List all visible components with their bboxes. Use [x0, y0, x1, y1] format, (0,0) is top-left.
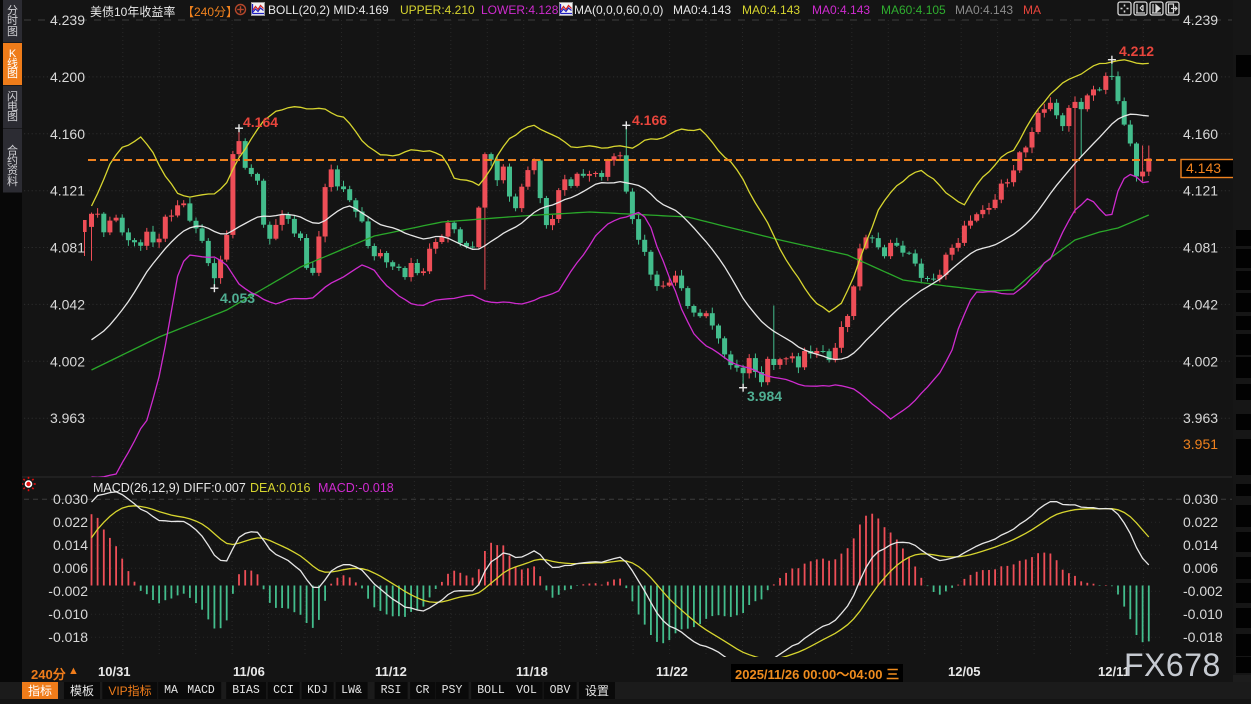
svg-text:0.022: 0.022	[53, 514, 88, 530]
svg-text:4.160: 4.160	[50, 126, 85, 142]
svg-text:4.042: 4.042	[50, 296, 85, 312]
svg-text:4.121: 4.121	[1183, 183, 1218, 199]
svg-text:-0.010: -0.010	[1183, 606, 1223, 622]
svg-text:MACD:-0.018: MACD:-0.018	[318, 481, 394, 495]
svg-text:0.014: 0.014	[1183, 537, 1218, 553]
svg-text:4.200: 4.200	[50, 69, 85, 85]
svg-text:4.053: 4.053	[220, 290, 255, 306]
svg-text:4.081: 4.081	[50, 240, 85, 256]
svg-text:4.002: 4.002	[50, 353, 85, 369]
svg-text:4.143: 4.143	[1186, 160, 1221, 176]
svg-text:DEA:0.016: DEA:0.016	[250, 481, 311, 495]
svg-text:4.160: 4.160	[1183, 126, 1218, 142]
svg-text:4.121: 4.121	[50, 183, 85, 199]
svg-text:-0.018: -0.018	[1183, 629, 1223, 645]
svg-text:-0.002: -0.002	[1183, 583, 1223, 599]
svg-text:4.212: 4.212	[1119, 43, 1154, 59]
svg-text:4.081: 4.081	[1183, 240, 1218, 256]
svg-text:0.014: 0.014	[53, 537, 88, 553]
svg-text:-0.002: -0.002	[48, 583, 88, 599]
svg-text:MACD(26,12,9) DIFF:0.007: MACD(26,12,9) DIFF:0.007	[93, 481, 246, 495]
svg-text:3.984: 3.984	[747, 388, 782, 404]
svg-text:4.166: 4.166	[632, 112, 667, 128]
svg-text:4.042: 4.042	[1183, 296, 1218, 312]
svg-text:-0.010: -0.010	[48, 606, 88, 622]
svg-text:0.022: 0.022	[1183, 514, 1218, 530]
svg-text:3.963: 3.963	[1183, 410, 1218, 426]
svg-text:4.164: 4.164	[243, 114, 278, 130]
svg-text:4.200: 4.200	[1183, 69, 1218, 85]
svg-text:3.951: 3.951	[1183, 436, 1218, 452]
svg-text:3.963: 3.963	[50, 410, 85, 426]
svg-text:0.006: 0.006	[1183, 560, 1218, 576]
svg-text:4.002: 4.002	[1183, 353, 1218, 369]
svg-text:0.030: 0.030	[1183, 491, 1218, 507]
svg-text:-0.018: -0.018	[48, 629, 88, 645]
svg-text:0.030: 0.030	[53, 491, 88, 507]
svg-text:0.006: 0.006	[53, 560, 88, 576]
